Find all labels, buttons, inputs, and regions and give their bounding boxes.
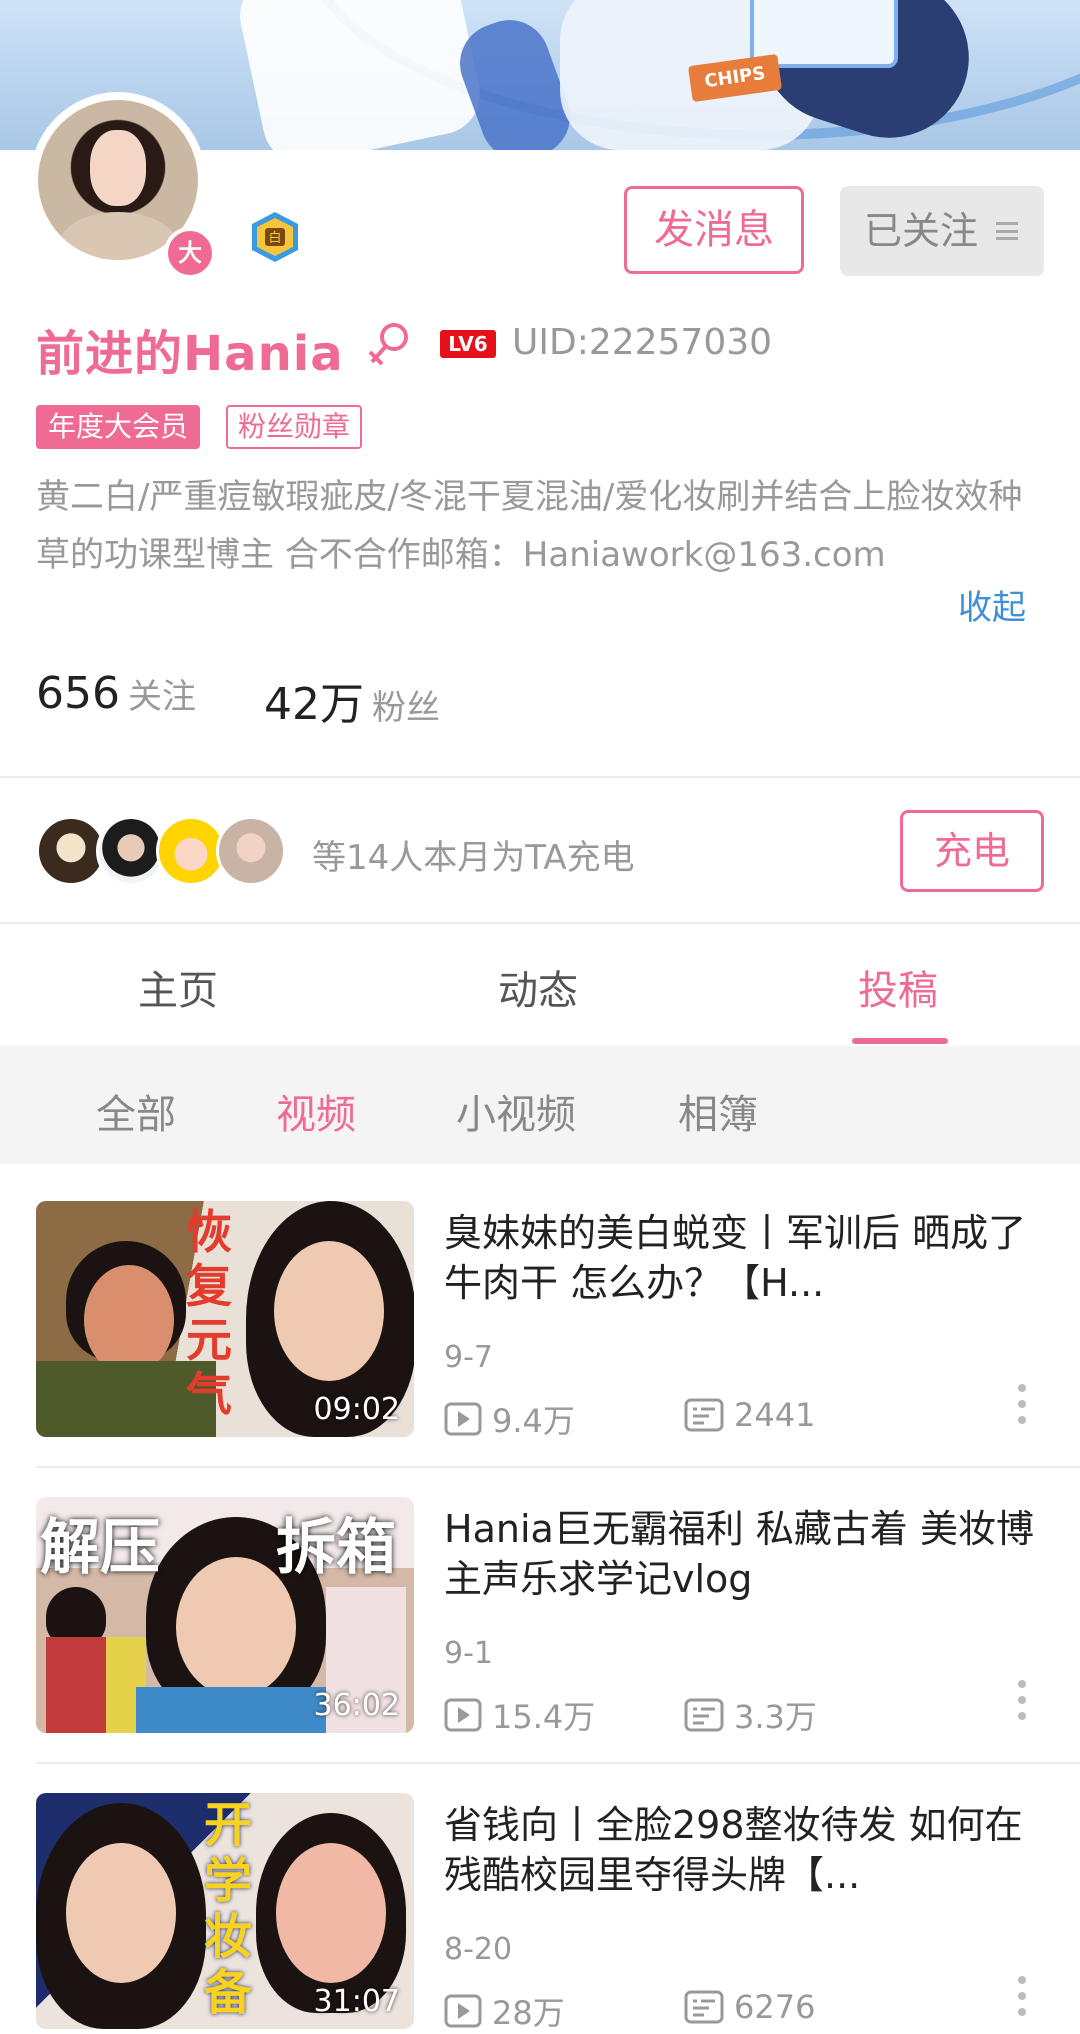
comment-count: 6276 <box>684 1988 815 2026</box>
thumb-text: 拆箱 <box>276 1513 396 1583</box>
uid-text[interactable]: UID:22257030 <box>512 322 772 363</box>
active-tab-indicator <box>852 1038 948 1044</box>
comment-count-value: 3.3万 <box>734 1698 817 1736</box>
subtab-album[interactable]: 相簿 <box>678 1082 758 1140</box>
following-stat[interactable]: 656 关注 <box>36 668 196 719</box>
charger-avatars[interactable] <box>36 816 296 886</box>
banner-figure <box>232 0 488 150</box>
medal-icon: 白 <box>252 212 298 262</box>
followed-button[interactable]: 已关注 <box>840 186 1044 276</box>
collapse-link[interactable]: 收起 <box>958 580 1026 629</box>
following-count: 656 <box>36 668 120 719</box>
video-thumbnail[interactable]: 开学妆备 31:07 <box>36 1793 414 2029</box>
video-thumbnail[interactable]: 解压 拆箱 36:02 <box>36 1497 414 1733</box>
female-icon <box>368 323 408 366</box>
more-options-icon[interactable] <box>1010 1384 1034 1428</box>
video-title[interactable]: Hania巨无霸福利 私藏古着 美妆博主声乐求学记vlog <box>444 1504 1044 1604</box>
video-duration: 09:02 <box>313 1392 400 1427</box>
send-message-button[interactable]: 发消息 <box>624 186 804 274</box>
more-options-icon[interactable] <box>1010 1976 1034 2020</box>
tab-home[interactable]: 主页 <box>138 958 218 1016</box>
divider <box>36 1762 1080 1764</box>
play-count-value: 15.4万 <box>492 1698 596 1736</box>
username: 前进的Hania <box>36 326 344 382</box>
subtab-all[interactable]: 全部 <box>96 1082 176 1140</box>
danmaku-icon <box>684 1990 724 2024</box>
play-count: 9.4万 <box>444 1396 575 1442</box>
fan-medal-tag[interactable]: 粉丝勋章 <box>226 405 363 449</box>
video-duration: 36:02 <box>313 1688 400 1723</box>
comment-count: 3.3万 <box>684 1692 817 1738</box>
play-count-value: 28万 <box>492 1994 565 2032</box>
level-badge: LV6 <box>440 330 496 358</box>
divider <box>0 922 1080 924</box>
followers-count: 42万 <box>264 679 364 730</box>
annual-vip-tag[interactable]: 年度大会员 <box>36 405 201 449</box>
menu-icon <box>996 222 1018 240</box>
vip-avatar-badge: 大 <box>164 227 216 279</box>
thumb-figure <box>46 1637 106 1733</box>
tab-submissions[interactable]: 投稿 <box>858 958 938 1016</box>
thumb-face <box>84 1265 174 1375</box>
followers-label: 粉丝 <box>372 688 440 728</box>
video-date: 8-20 <box>444 1932 513 1967</box>
danmaku-icon <box>684 1398 724 1432</box>
play-count-value: 9.4万 <box>492 1402 575 1440</box>
thumb-face <box>276 1843 386 1983</box>
video-date: 9-7 <box>444 1340 493 1375</box>
subtab-video[interactable]: 视频 <box>276 1082 356 1140</box>
play-count: 15.4万 <box>444 1692 595 1738</box>
video-thumbnail[interactable]: 恢复元气 09:02 <box>36 1201 414 1437</box>
svg-text:白: 白 <box>268 230 281 246</box>
play-icon <box>444 1698 482 1732</box>
thumb-face <box>274 1241 384 1381</box>
comment-count: 2441 <box>684 1396 815 1434</box>
thumb-figure <box>136 1687 336 1733</box>
avatar-face <box>90 130 146 206</box>
more-options-icon[interactable] <box>1010 1680 1034 1724</box>
tab-dynamics[interactable]: 动态 <box>498 958 578 1016</box>
comment-count-value: 2441 <box>734 1396 816 1434</box>
play-icon <box>444 1402 482 1436</box>
avatar-body <box>58 212 178 260</box>
thumb-text: 开学妆备 <box>204 1797 253 2021</box>
followed-label: 已关注 <box>864 209 979 253</box>
comment-count-value: 6276 <box>734 1988 816 2026</box>
danmaku-icon <box>684 1698 724 1732</box>
divider <box>0 776 1080 778</box>
divider <box>36 1466 1080 1468</box>
charger-avatar <box>216 816 286 886</box>
followers-stat[interactable]: 42万 粉丝 <box>264 668 440 732</box>
subtab-short-video[interactable]: 小视频 <box>456 1082 576 1140</box>
video-date: 9-1 <box>444 1636 493 1671</box>
play-count: 28万 <box>444 1988 565 2034</box>
bio-text: 黄二白/严重痘敏瑕疵皮/冬混干夏混油/爱化妆刷并结合上脸妆效种草的功课型博主 合… <box>36 477 1023 575</box>
charge-button[interactable]: 充电 <box>900 810 1044 892</box>
video-title[interactable]: 省钱向丨全脸298整妆待发 如何在残酷校园里夺得头牌【... <box>444 1800 1044 1900</box>
video-title[interactable]: 臭妹妹的美白蜕变丨军训后 晒成了牛肉干 怎么办？【H... <box>444 1208 1044 1308</box>
charge-text: 等14人本月为TA充电 <box>312 838 635 878</box>
play-icon <box>444 1994 482 2028</box>
video-duration: 31:07 <box>313 1984 400 2019</box>
thumb-face <box>66 1843 176 1983</box>
following-label: 关注 <box>127 677 196 717</box>
thumb-text: 恢复元气 <box>186 1205 232 1421</box>
thumb-text: 解压 <box>40 1513 160 1583</box>
